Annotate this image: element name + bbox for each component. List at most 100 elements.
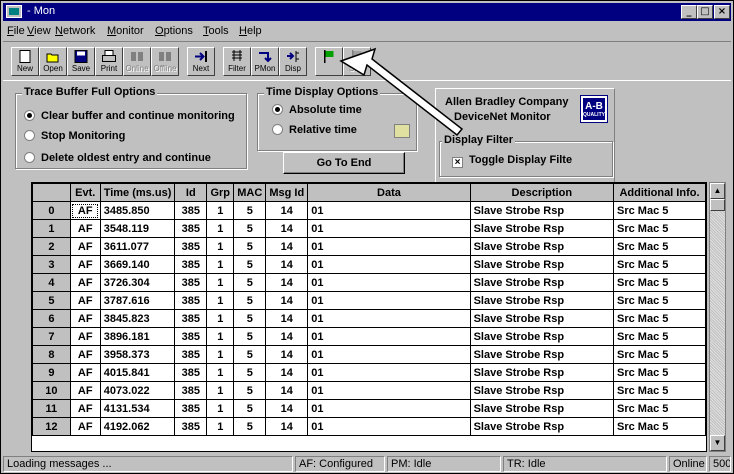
table-cell: 4131.534 <box>99 399 176 418</box>
table-cell: 385 <box>174 219 208 238</box>
scroll-up-button[interactable]: ▲ <box>710 183 725 199</box>
pmon-icon <box>258 50 272 63</box>
menu-bar: File View Network Monitor Options Tools … <box>3 22 731 40</box>
go-to-end-button[interactable]: Go To End <box>283 152 405 174</box>
online-button[interactable]: Online <box>123 47 151 76</box>
scroll-down-button[interactable]: ▼ <box>710 435 725 451</box>
table-cell: 5 <box>233 363 267 382</box>
vertical-scrollbar[interactable]: ▲ ▼ <box>709 182 726 452</box>
table-row[interactable]: 3 AF 3669.140 385 1 5 14 01 Slave Strobe Rsp Src … <box>32 255 706 274</box>
close-button[interactable]: × <box>714 5 730 19</box>
minimize-button[interactable]: _ <box>681 5 697 19</box>
pmon-button[interactable]: PMon <box>251 47 279 76</box>
time-display-group: Time Display Options Absolute time Relat… <box>257 86 417 151</box>
column-header[interactable]: Description <box>469 183 615 202</box>
table-cell: 01 <box>307 201 471 220</box>
row-number: 7 <box>32 327 71 346</box>
radio-selected-indicator <box>24 110 35 121</box>
column-header[interactable]: Id <box>174 183 208 202</box>
table-cell: 01 <box>307 273 471 292</box>
menu-network[interactable]: Network <box>55 25 95 37</box>
column-header[interactable]: Evt. <box>69 183 101 202</box>
scroll-thumb[interactable] <box>710 199 725 211</box>
table-row[interactable]: 10 AF 4073.022 385 1 5 14 01 Slave Strobe Rsp Src… <box>32 381 706 400</box>
row-number: 1 <box>32 219 71 238</box>
table-row[interactable]: 8 AF 3958.373 385 1 5 14 01 Slave Strobe Rsp Src … <box>32 345 706 364</box>
offline-button[interactable]: Offline <box>151 47 179 76</box>
column-header[interactable]: MAC <box>233 183 267 202</box>
table-cell: Src Mac 5 <box>613 345 706 364</box>
menu-options[interactable]: Options <box>155 25 193 37</box>
table-row[interactable]: 7 AF 3896.181 385 1 5 14 01 Slave Strobe Rsp Src … <box>32 327 706 346</box>
table-cell: AF <box>69 399 101 418</box>
print-button[interactable]: Print <box>95 47 123 76</box>
menu-tools[interactable]: Tools <box>203 25 229 37</box>
table-cell: 385 <box>174 399 208 418</box>
table-cell: 14 <box>265 345 309 364</box>
stop-button[interactable]: Stop <box>343 47 371 76</box>
display-filter-group: Display Filter × Toggle Display Filte <box>439 134 613 177</box>
table-cell: 01 <box>307 237 471 256</box>
next-button[interactable]: Next <box>187 47 215 76</box>
menu-file[interactable]: File <box>7 25 25 37</box>
column-header[interactable] <box>32 183 71 202</box>
table-cell: 385 <box>174 201 208 220</box>
new-button[interactable]: New <box>11 47 39 76</box>
save-button[interactable]: Save <box>67 47 95 76</box>
table-cell: 5 <box>233 381 267 400</box>
radio-absolute-time[interactable]: Absolute time <box>272 104 362 116</box>
filter-button[interactable]: Filter <box>223 47 251 76</box>
start-button[interactable] <box>315 47 343 76</box>
row-number: 12 <box>32 417 71 436</box>
table-cell: 5 <box>233 291 267 310</box>
table-row[interactable]: 5 AF 3787.616 385 1 5 14 01 Slave Strobe Rsp Src … <box>32 291 706 310</box>
table-cell: AF <box>69 327 101 346</box>
app-icon[interactable] <box>6 5 22 18</box>
disp-button[interactable]: Disp <box>279 47 307 76</box>
table-row[interactable]: 2 AF 3611.077 385 1 5 14 01 Slave Strobe Rsp Src … <box>32 237 706 256</box>
next-icon <box>194 50 208 63</box>
table-row[interactable]: 6 AF 3845.823 385 1 5 14 01 Slave Strobe Rsp Src … <box>32 309 706 328</box>
table-cell: Src Mac 5 <box>613 399 706 418</box>
table-cell: 01 <box>307 309 471 328</box>
column-header[interactable]: Msg Id <box>265 183 309 202</box>
table-row[interactable]: 11 AF 4131.534 385 1 5 14 01 Slave Strobe Rsp Src… <box>32 399 706 418</box>
disp-icon <box>286 50 300 63</box>
row-number: 10 <box>32 381 71 400</box>
table-cell: Src Mac 5 <box>613 309 706 328</box>
radio-stop-monitoring[interactable]: Stop Monitoring <box>24 130 125 142</box>
table-cell: 5 <box>233 345 267 364</box>
table-cell: 3485.850 <box>99 201 176 220</box>
radio-clear-buffer[interactable]: Clear buffer and continue monitoring <box>24 110 246 122</box>
time-display-icon <box>394 124 410 138</box>
radio-delete-oldest[interactable]: Delete oldest entry and continue <box>24 152 211 164</box>
column-header[interactable]: Time (ms.us) <box>99 183 176 202</box>
table-cell: AF <box>69 219 101 238</box>
table-row[interactable]: 12 AF 4192.062 385 1 5 14 01 Slave Strobe Rsp Src… <box>32 417 706 436</box>
menu-help[interactable]: Help <box>239 25 262 37</box>
table-row[interactable]: 9 AF 4015.841 385 1 5 14 01 Slave Strobe Rsp Src … <box>32 363 706 382</box>
message-table[interactable]: Evt. Time (ms.us) Id Grp MAC Msg Id Data Descri… <box>31 182 707 452</box>
maximize-button[interactable]: □ <box>697 5 713 19</box>
title-bar[interactable]: - Mon _ □ × <box>3 3 731 21</box>
company-name: Allen Bradley Company <box>445 96 569 108</box>
table-row[interactable]: 0 AF 3485.850 385 1 5 14 01 Slave Strobe Rsp Src … <box>32 201 706 220</box>
radio-relative-time[interactable]: Relative time <box>272 124 357 136</box>
menu-monitor[interactable]: Monitor <box>107 25 144 37</box>
table-cell: 5 <box>233 201 267 220</box>
offline-icon <box>158 50 172 63</box>
table-cell: 385 <box>174 327 208 346</box>
column-header[interactable]: Grp <box>206 183 235 202</box>
table-row[interactable]: 4 AF 3726.304 385 1 5 14 01 Slave Strobe Rsp Src … <box>32 273 706 292</box>
column-header[interactable]: Additional Info. <box>613 183 706 202</box>
table-cell: 385 <box>174 237 208 256</box>
table-body: 0 AF 3485.850 385 1 5 14 01 Slave Strobe Rsp Src … <box>32 201 706 436</box>
menu-view[interactable]: View <box>27 25 51 37</box>
column-header[interactable]: Data <box>307 183 471 202</box>
table-row[interactable]: 1 AF 3548.119 385 1 5 14 01 Slave Strobe Rsp Src … <box>32 219 706 238</box>
table-cell: Src Mac 5 <box>613 237 706 256</box>
open-button[interactable]: Open <box>39 47 67 76</box>
table-cell: 5 <box>233 309 267 328</box>
table-cell: 1 <box>206 363 235 382</box>
toggle-display-filter-checkbox[interactable]: × Toggle Display Filte <box>452 154 572 168</box>
